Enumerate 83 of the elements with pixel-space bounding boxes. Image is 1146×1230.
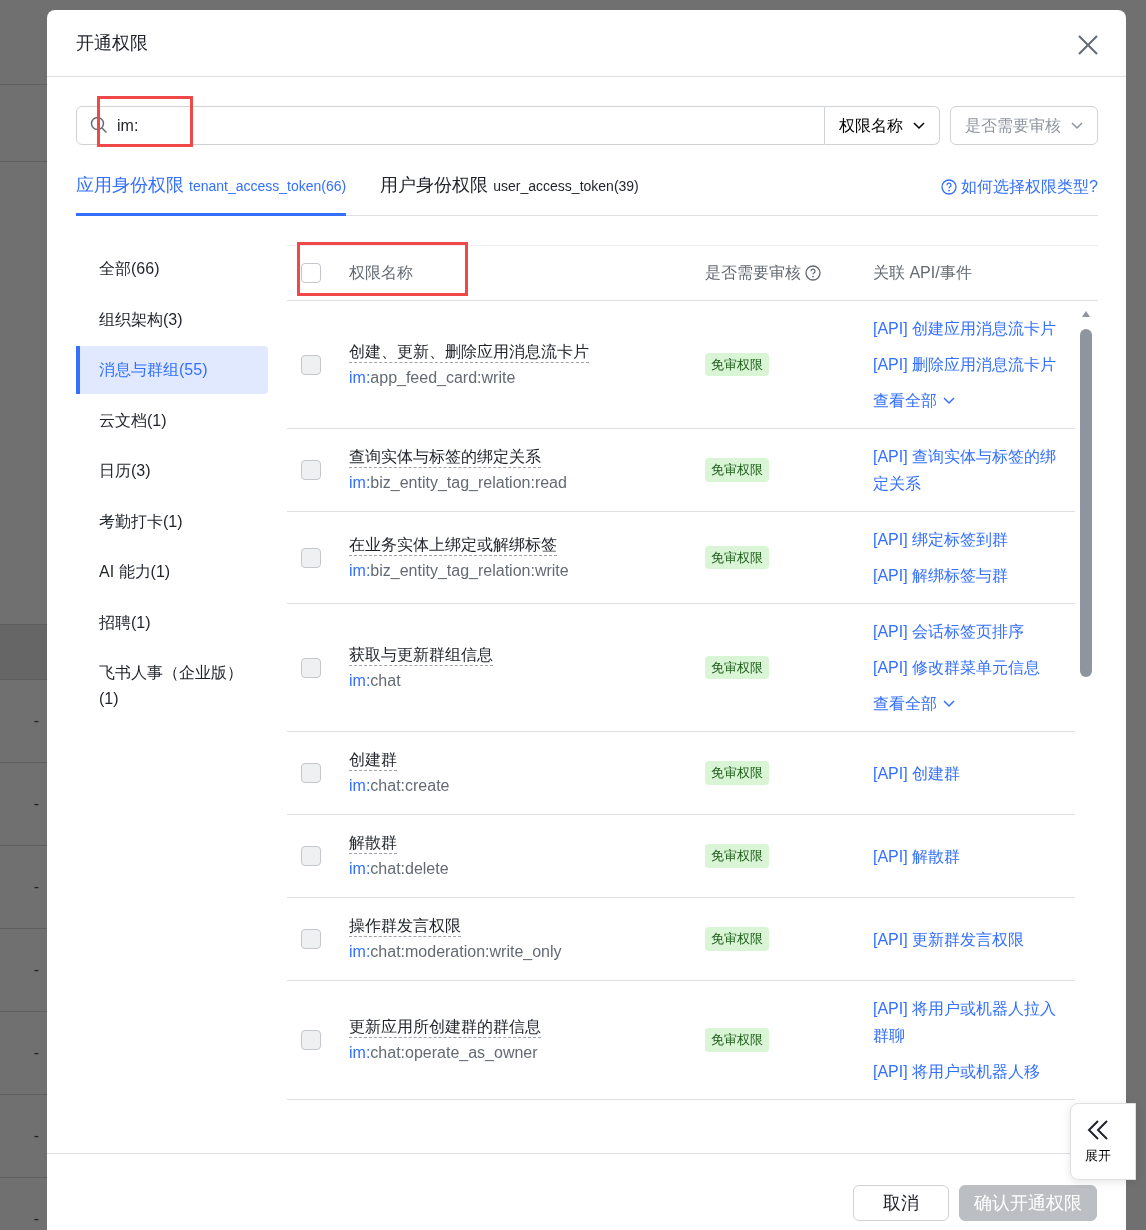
filter-dropdown[interactable]: 权限名称: [825, 106, 940, 145]
review-tag: 免审权限: [705, 1028, 769, 1052]
tab[interactable]: 用户身份权限 user_access_token(39): [380, 172, 639, 216]
column-header: 权限名称: [349, 264, 413, 281]
api-link[interactable]: [API] 删除应用消息流卡片: [873, 351, 1063, 378]
row-mark: -: [33, 1126, 39, 1146]
category-item[interactable]: 消息与群组(55): [76, 346, 268, 394]
dialog-title: 开通权限: [76, 31, 148, 55]
review-tag: 免审权限: [705, 655, 769, 680]
help-icon: [941, 179, 958, 195]
review-tag: 免审权限: [705, 458, 769, 482]
review-tag: 免审权限: [705, 844, 769, 868]
permission-name: 创建群: [349, 750, 398, 770]
help-link[interactable]: 如何选择权限类型?: [941, 175, 1098, 199]
api-link[interactable]: [API] 解散群: [873, 842, 1063, 870]
review-tag: 免审权限: [705, 352, 769, 377]
row-mark: -: [33, 1043, 39, 1063]
row-mark: -: [33, 794, 39, 814]
permission-name: 更新应用所创建群的群信息: [349, 1017, 542, 1037]
permission-scope: im:chat:delete: [349, 859, 450, 879]
chevron-down-icon: [1071, 121, 1083, 130]
permission-name: 获取与更新群组信息: [349, 644, 494, 665]
category-item[interactable]: 日历(3): [76, 447, 268, 495]
category-item[interactable]: 考勤打卡(1): [76, 497, 268, 546]
permission-scope: im:chat:moderation:write_only: [349, 942, 563, 962]
review-tag: 免审权限: [705, 927, 769, 951]
chevron-down-icon: [943, 699, 955, 708]
permission-scope: im:biz_entity_tag_relation:read: [349, 473, 568, 493]
row-checkbox[interactable]: [301, 547, 321, 568]
permission-scope: im:chat:create: [349, 776, 451, 796]
category-item[interactable]: 云文档(1): [76, 396, 268, 445]
search-field[interactable]: im:: [76, 106, 825, 145]
category-item[interactable]: 飞书人事（企业版）(1): [76, 649, 268, 723]
row-checkbox[interactable]: [301, 657, 321, 678]
review-tag: 免审权限: [705, 761, 769, 785]
double-chevron-left-icon: [1086, 1117, 1110, 1142]
tab[interactable]: 应用身份权限 tenant_access_token(66): [76, 172, 347, 216]
permission-name: 在业务实体上绑定或解绑标签: [349, 534, 558, 555]
permission-name: 创建、更新、删除应用消息流卡片: [349, 341, 590, 362]
row-mark: -: [33, 960, 39, 980]
api-link[interactable]: [API] 解绑标签与群: [873, 562, 1063, 589]
api-link[interactable]: [API] 会话标签页排序: [873, 618, 1063, 645]
row-checkbox[interactable]: [301, 763, 321, 783]
permission-name: 查询实体与标签的绑定关系: [349, 447, 542, 467]
row-checkbox[interactable]: [301, 929, 321, 949]
category-item[interactable]: 组织架构(3): [76, 295, 268, 344]
permission-name: 操作群发言权限: [349, 916, 462, 936]
category-item[interactable]: 招聘(1): [76, 598, 268, 647]
api-link[interactable]: [API] 创建群: [873, 759, 1063, 787]
chevron-down-icon: [913, 121, 925, 130]
column-header: 是否需要审核: [705, 263, 801, 283]
permission-name: 解散群: [349, 833, 398, 853]
row-mark: -: [33, 1209, 39, 1229]
category-item[interactable]: 全部(66): [76, 245, 268, 293]
api-link[interactable]: [API] 修改群菜单元信息: [873, 654, 1063, 681]
api-link[interactable]: [API] 将用户或机器人移: [873, 1058, 1063, 1085]
api-link[interactable]: [API] 绑定标签到群: [873, 526, 1063, 553]
api-link[interactable]: [API] 更新群发言权限: [873, 925, 1063, 953]
review-tag: 免审权限: [705, 545, 769, 570]
api-link[interactable]: [API] 查询实体与标签的绑定关系: [873, 443, 1063, 497]
view-all-link[interactable]: 查看全部: [873, 690, 1063, 717]
row-mark: -: [33, 711, 39, 731]
row-checkbox[interactable]: [301, 460, 321, 480]
expand-button[interactable]: 展开: [1070, 1103, 1136, 1180]
scrollbar[interactable]: [1080, 309, 1092, 679]
row-mark: -: [33, 877, 39, 897]
api-link[interactable]: [API] 将用户或机器人拉入群聊: [873, 995, 1063, 1049]
permission-scope: im:app_feed_card:write: [349, 367, 517, 388]
row-checkbox[interactable]: [301, 1030, 321, 1050]
view-all-link[interactable]: 查看全部: [873, 387, 1063, 414]
row-checkbox[interactable]: [301, 846, 321, 866]
permission-scope: im:biz_entity_tag_relation:write: [349, 560, 570, 581]
api-link[interactable]: [API] 创建应用消息流卡片: [873, 315, 1063, 342]
permission-scope: im:chat:operate_as_owner: [349, 1043, 539, 1063]
filter-dropdown[interactable]: 是否需要审核: [950, 106, 1098, 145]
cancel-button[interactable]: 取消: [853, 1185, 949, 1221]
chevron-down-icon: [943, 396, 955, 405]
table-header-band: [0, 625, 47, 680]
column-header: 关联 API/事件: [873, 264, 972, 281]
select-all-checkbox[interactable]: [301, 263, 321, 283]
permission-scope: im:chat: [349, 670, 402, 691]
row-checkbox[interactable]: [301, 354, 321, 375]
category-item[interactable]: AI 能力(1): [76, 548, 268, 596]
